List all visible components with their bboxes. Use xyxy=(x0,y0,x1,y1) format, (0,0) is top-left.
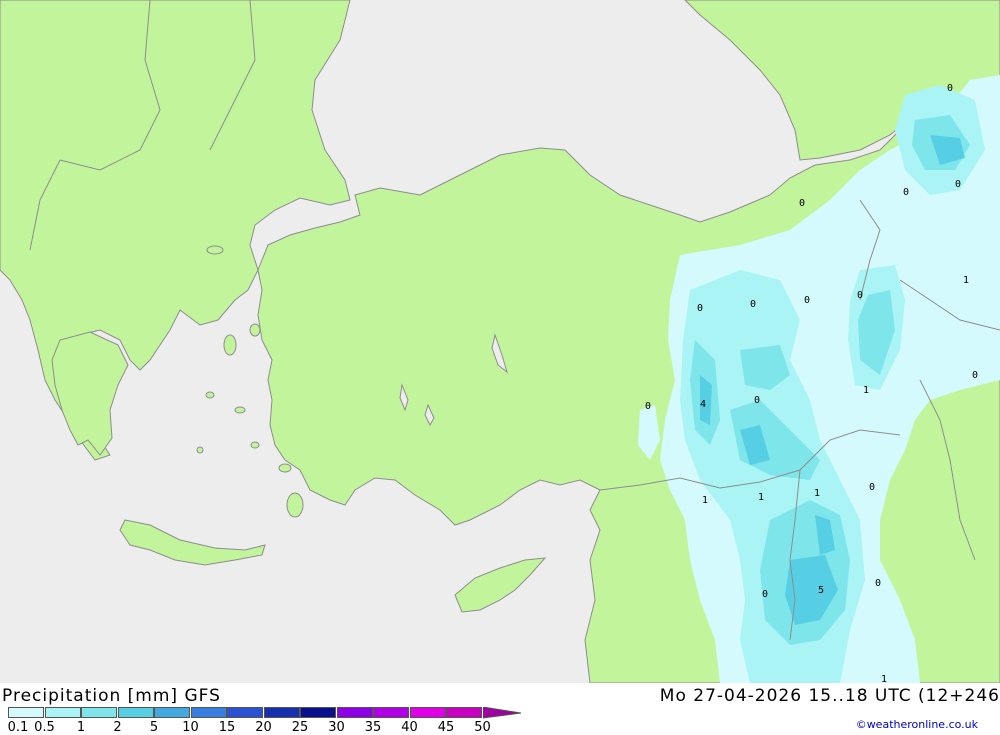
cell-label: 0 xyxy=(955,179,961,190)
legend-swatch xyxy=(227,707,263,718)
legend-swatch xyxy=(300,707,336,718)
legend-swatch xyxy=(154,707,190,718)
cell-label: 0 xyxy=(857,290,863,301)
legend-swatch xyxy=(336,707,373,718)
cell-label: 0 xyxy=(697,303,703,314)
cell-label: 0 xyxy=(645,401,651,412)
legend-swatch xyxy=(409,707,446,718)
legend-swatch xyxy=(81,707,117,718)
legend-swatch xyxy=(263,707,300,718)
cell-label: 0 xyxy=(750,299,756,310)
map-title: Precipitation [mm] GFS xyxy=(2,686,221,706)
precipitation-map: 0 0 0 1 0 0 0 0 0 0 0 4 0 1 0 1 1 1 0 0 … xyxy=(0,0,1000,683)
cell-label: 1 xyxy=(863,385,869,396)
cell-label: 0 xyxy=(972,370,978,381)
cell-label: 0 xyxy=(799,198,805,209)
cell-label: 0 xyxy=(869,482,875,493)
cell-label: 5 xyxy=(818,585,824,596)
legend-swatch xyxy=(446,707,482,718)
cell-label: 0 xyxy=(947,83,953,94)
legend-swatch xyxy=(44,707,81,718)
cell-label: 0 xyxy=(804,295,810,306)
cell-label: 4 xyxy=(700,399,706,410)
legend-swatch xyxy=(8,707,44,718)
legend-swatch xyxy=(117,707,154,718)
legend-arrow xyxy=(482,707,521,719)
cell-label: 1 xyxy=(814,488,820,499)
forecast-datetime: Mo 27-04-2026 15..18 UTC (12+246 xyxy=(659,686,1000,706)
cell-label: 1 xyxy=(702,495,708,506)
cell-label: 1 xyxy=(881,674,887,683)
cell-label: 0 xyxy=(875,578,881,589)
credit-link[interactable]: ©weatheronline.co.uk xyxy=(856,718,978,731)
legend-swatch xyxy=(373,707,409,718)
cell-label: 1 xyxy=(963,275,969,286)
cell-label: 1 xyxy=(758,492,764,503)
cell-label: 0 xyxy=(762,589,768,600)
legend-swatch xyxy=(190,707,227,718)
map-footer: Precipitation [mm] GFS Mo 27-04-2026 15.… xyxy=(0,683,1000,735)
cell-label: 0 xyxy=(903,187,909,198)
cell-label: 0 xyxy=(754,395,760,406)
